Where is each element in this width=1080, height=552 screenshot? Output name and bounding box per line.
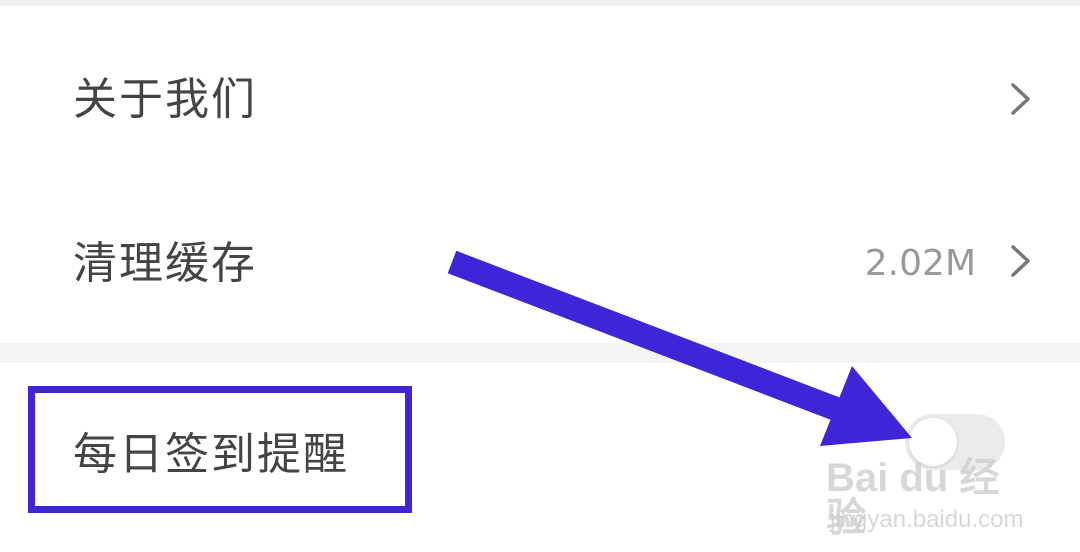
settings-item-label: 关于我们 xyxy=(73,74,257,125)
chevron-right-icon xyxy=(1011,83,1030,115)
settings-item-label: 清理缓存 xyxy=(73,238,257,289)
section-divider xyxy=(0,343,1080,363)
settings-page: 关于我们 清理缓存 2.02M 每日签到提醒 Bai du 经验 jingyan… xyxy=(0,0,1080,552)
cache-size-value: 2.02M xyxy=(864,243,976,284)
watermark-url: jingyan.baidu.com xyxy=(830,506,1024,533)
baidu-jingyan-watermark: Bai du 经验 jingyan.baidu.com xyxy=(826,458,1036,548)
chevron-right-icon xyxy=(1011,245,1030,277)
settings-item-clear-cache[interactable]: 清理缓存 2.02M xyxy=(0,178,1080,340)
annotation-highlight-box xyxy=(28,386,412,513)
settings-item-about-us[interactable]: 关于我们 xyxy=(0,6,1080,178)
